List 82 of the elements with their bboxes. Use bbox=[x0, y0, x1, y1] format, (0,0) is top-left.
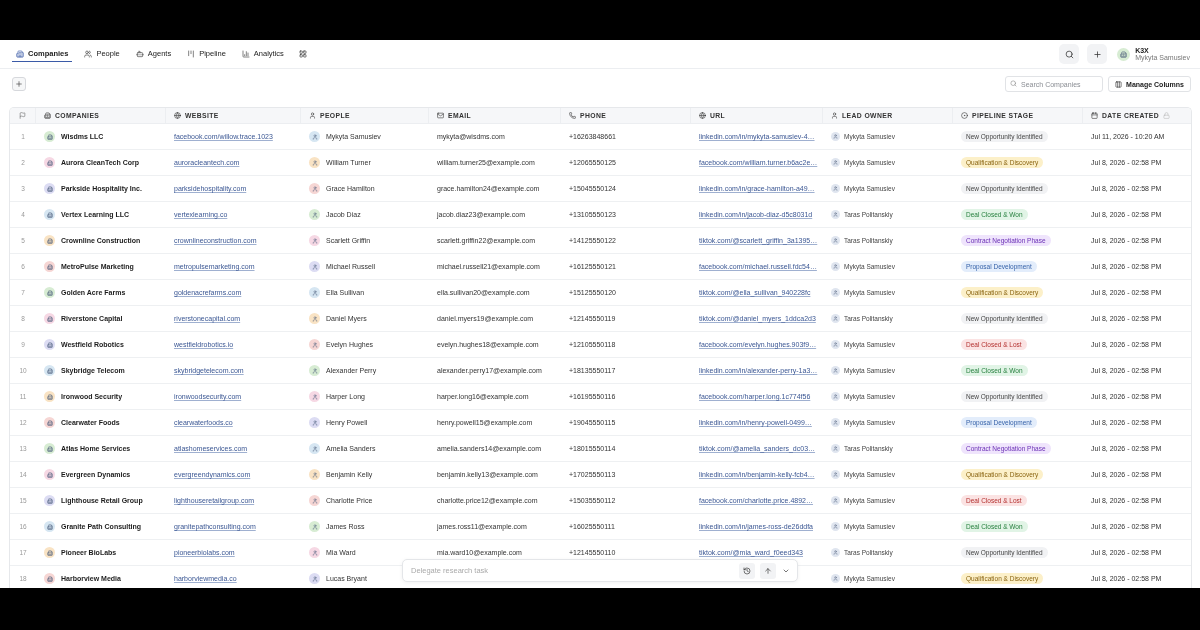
column-icon bbox=[174, 112, 181, 119]
company-logo-icon bbox=[44, 443, 55, 454]
column-icon bbox=[309, 112, 316, 119]
company-logo-icon bbox=[44, 183, 55, 194]
add-button[interactable] bbox=[1087, 44, 1108, 64]
person-avatar-icon bbox=[309, 183, 320, 194]
owner-avatar-icon bbox=[831, 548, 840, 557]
history-icon bbox=[743, 566, 751, 575]
lock-icon bbox=[1163, 112, 1171, 119]
plus-icon bbox=[15, 80, 23, 88]
company-logo-icon bbox=[44, 547, 55, 558]
person-avatar-icon bbox=[309, 495, 320, 506]
person-avatar-icon bbox=[309, 417, 320, 428]
owner-avatar-icon bbox=[831, 210, 840, 219]
workspace-avatar[interactable] bbox=[1117, 47, 1131, 61]
company-logo-icon bbox=[44, 131, 55, 142]
tab-icon bbox=[187, 49, 196, 58]
person-avatar-icon bbox=[309, 157, 320, 168]
company-logo-icon bbox=[44, 313, 55, 324]
company-logo-icon bbox=[44, 339, 55, 350]
company-logo-icon bbox=[44, 417, 55, 428]
person-avatar-icon bbox=[309, 235, 320, 246]
history-button[interactable] bbox=[739, 562, 755, 579]
tab-icon bbox=[241, 49, 250, 58]
column-icon bbox=[1091, 112, 1098, 119]
person-avatar-icon bbox=[309, 443, 320, 454]
owner-avatar-icon bbox=[831, 574, 840, 583]
arrow-up-icon bbox=[764, 566, 772, 575]
company-logo-icon bbox=[44, 157, 55, 168]
company-logo-icon bbox=[44, 261, 55, 272]
company-logo-icon bbox=[44, 391, 55, 402]
owner-avatar-icon bbox=[831, 288, 840, 297]
company-logo-icon bbox=[44, 287, 55, 298]
person-avatar-icon bbox=[309, 365, 320, 376]
person-avatar-icon bbox=[309, 209, 320, 220]
owner-avatar-icon bbox=[831, 470, 840, 479]
person-avatar-icon bbox=[309, 131, 320, 142]
column-icon bbox=[961, 112, 968, 119]
person-avatar-icon bbox=[309, 287, 320, 298]
owner-avatar-icon bbox=[831, 522, 840, 531]
search-button[interactable] bbox=[1059, 44, 1080, 64]
company-logo-icon bbox=[44, 365, 55, 376]
owner-avatar-icon bbox=[831, 392, 840, 401]
company-logo-icon bbox=[44, 521, 55, 532]
person-avatar-icon bbox=[309, 469, 320, 480]
owner-avatar-icon bbox=[831, 184, 840, 193]
owner-avatar-icon bbox=[831, 158, 840, 167]
owner-avatar-icon bbox=[831, 418, 840, 427]
send-button[interactable] bbox=[760, 562, 776, 579]
columns-icon bbox=[1115, 80, 1123, 88]
owner-avatar-icon bbox=[831, 340, 840, 349]
owner-avatar-icon bbox=[831, 262, 840, 271]
owner-avatar-icon bbox=[831, 366, 840, 375]
company-logo-icon bbox=[44, 495, 55, 506]
person-avatar-icon bbox=[309, 573, 320, 584]
column-icon bbox=[569, 112, 576, 119]
person-avatar-icon bbox=[309, 547, 320, 558]
tab-icon bbox=[16, 49, 24, 58]
plus-icon bbox=[1092, 49, 1102, 59]
flag-icon bbox=[19, 112, 26, 119]
column-icon bbox=[699, 112, 706, 119]
column-icon bbox=[44, 112, 51, 119]
owner-avatar-icon bbox=[831, 496, 840, 505]
tab-icon bbox=[135, 49, 144, 58]
company-logo-icon bbox=[44, 469, 55, 480]
person-avatar-icon bbox=[309, 521, 320, 532]
company-logo-icon bbox=[44, 573, 55, 584]
search-icon bbox=[1064, 49, 1074, 59]
owner-avatar-icon bbox=[831, 132, 840, 141]
person-avatar-icon bbox=[309, 391, 320, 402]
owner-avatar-icon bbox=[831, 444, 840, 453]
search-icon bbox=[1010, 80, 1018, 87]
column-icon bbox=[437, 112, 444, 119]
person-avatar-icon bbox=[309, 261, 320, 272]
tab-icon bbox=[84, 49, 93, 58]
person-avatar-icon bbox=[309, 313, 320, 324]
column-icon bbox=[831, 112, 838, 119]
company-logo-icon bbox=[44, 235, 55, 246]
owner-avatar-icon bbox=[831, 236, 840, 245]
owner-avatar-icon bbox=[831, 314, 840, 323]
company-logo-icon bbox=[44, 209, 55, 220]
person-avatar-icon bbox=[309, 339, 320, 350]
